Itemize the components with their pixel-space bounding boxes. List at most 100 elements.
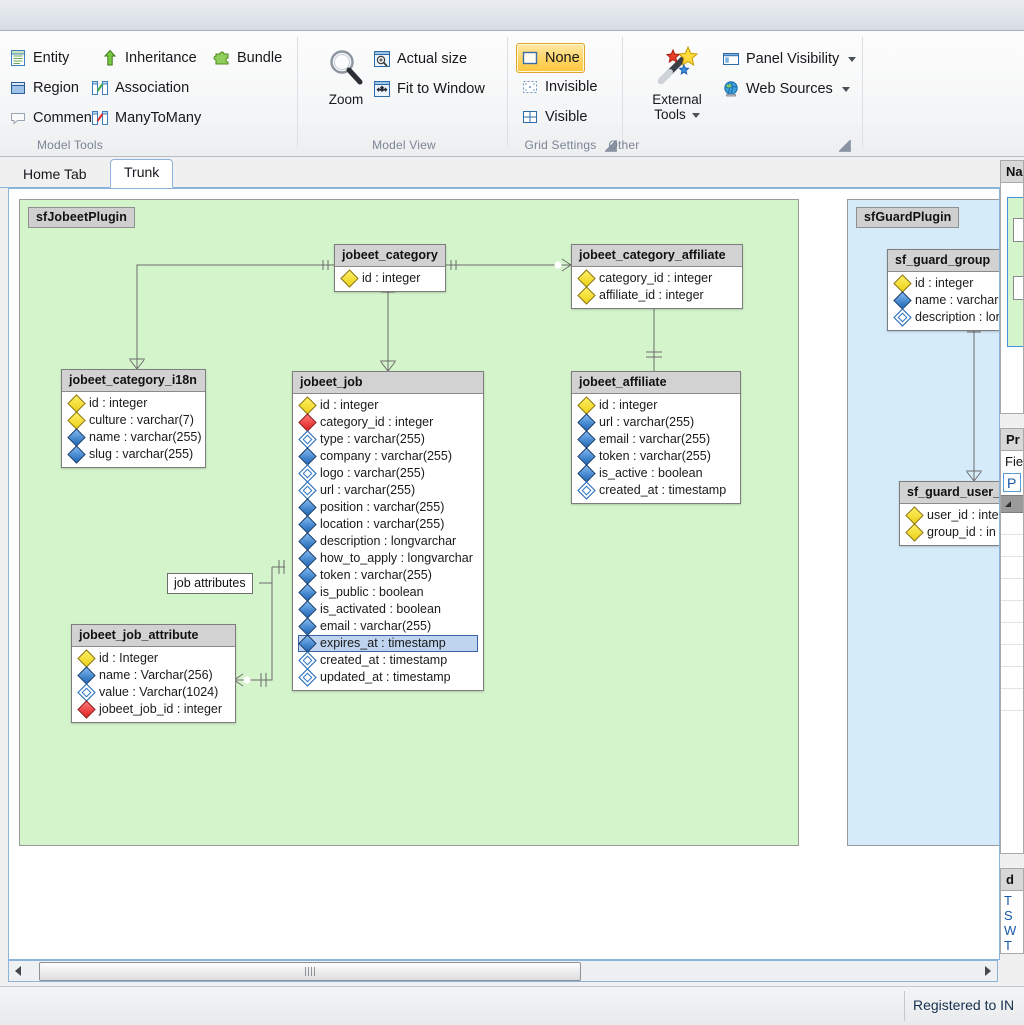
table-row[interactable]: group_id : in <box>905 523 999 542</box>
table-row[interactable]: id : integer <box>340 269 440 288</box>
note-job-attributes[interactable]: job attributes <box>167 573 253 594</box>
properties-grid[interactable] <box>1001 513 1023 813</box>
scroll-left-arrow-icon[interactable] <box>9 961 27 981</box>
properties-grid-row[interactable] <box>1001 667 1023 689</box>
properties-panel-body[interactable]: Fie P <box>1000 450 1024 854</box>
properties-panel[interactable]: Pr Fie P <box>1000 428 1024 860</box>
grid-invisible-button[interactable]: Invisible <box>516 73 602 101</box>
table-row[interactable]: created_at : timestamp <box>298 651 478 670</box>
table-row[interactable]: logo : varchar(255) <box>298 464 478 483</box>
table-row[interactable]: affiliate_id : integer <box>577 286 737 305</box>
field-label: name : varchar <box>915 293 999 307</box>
properties-grid-row[interactable] <box>1001 557 1023 579</box>
table-row[interactable]: value : Varchar(1024) <box>77 683 230 702</box>
table-row[interactable]: category_id : integer <box>298 413 478 432</box>
properties-grid-row[interactable] <box>1001 689 1023 711</box>
diagram-canvas[interactable]: sfJobeetPlugin sfGuardPlugin jobeet_cate… <box>9 189 999 959</box>
table-row[interactable]: created_at : timestamp <box>577 481 735 500</box>
properties-grid-row[interactable] <box>1001 579 1023 601</box>
collapse-triangle-icon[interactable] <box>1005 501 1011 507</box>
navigator-thumbnail[interactable] <box>1007 197 1023 347</box>
chevron-down-icon[interactable] <box>841 86 850 92</box>
other-dialog-launcher[interactable] <box>839 140 851 152</box>
grid-none-button[interactable]: None <box>516 43 585 73</box>
table-row[interactable]: id : Integer <box>77 649 230 668</box>
table-row[interactable]: category_id : integer <box>577 269 737 288</box>
entity-jobeet-category[interactable]: jobeet_category id : integer <box>334 244 446 292</box>
table-row[interactable]: is_public : boolean <box>298 583 478 602</box>
tool-bundle[interactable]: Bundle <box>208 44 287 72</box>
field-label: position : varchar(255) <box>320 500 445 514</box>
diagram-canvas-container[interactable]: sfJobeetPlugin sfGuardPlugin jobeet_cate… <box>8 188 1000 960</box>
properties-field-input[interactable]: P <box>1003 473 1021 492</box>
properties-grid-row[interactable] <box>1001 645 1023 667</box>
tool-entity[interactable]: Entity <box>4 44 74 72</box>
grid-visible-button[interactable]: Visible <box>516 103 592 131</box>
tool-manytomany[interactable]: ManyToMany <box>86 104 206 132</box>
chevron-down-icon[interactable] <box>848 56 857 62</box>
table-row[interactable]: name : Varchar(256) <box>77 666 230 685</box>
scroll-right-arrow-icon[interactable] <box>979 961 997 981</box>
properties-grid-row[interactable] <box>1001 513 1023 535</box>
navigator-panel-body[interactable] <box>1000 182 1024 414</box>
table-row[interactable]: email : varchar(255) <box>577 430 735 449</box>
table-row[interactable]: how_to_apply : longvarchar <box>298 549 478 568</box>
table-row[interactable]: id : integer <box>893 274 999 293</box>
table-row-selected[interactable]: expires_at : timestamp <box>298 634 478 653</box>
scrollbar-track[interactable] <box>27 961 979 981</box>
web-sources-button[interactable]: Web Sources <box>717 75 855 103</box>
description-panel[interactable]: d T S W T <box>1000 868 1024 960</box>
table-row[interactable]: is_active : boolean <box>577 464 735 483</box>
required-field-icon <box>298 617 317 636</box>
table-row[interactable]: token : varchar(255) <box>298 566 478 585</box>
ribbon-divider <box>297 37 298 147</box>
entity-jobeet-job[interactable]: jobeet_job id : integer category_id : in… <box>292 371 484 691</box>
properties-group-row[interactable] <box>1001 495 1023 513</box>
table-row[interactable]: name : varchar <box>893 291 999 310</box>
table-row[interactable]: jobeet_job_id : integer <box>77 700 230 719</box>
panel-visibility-button[interactable]: Panel Visibility <box>717 45 861 73</box>
table-row[interactable]: updated_at : timestamp <box>298 668 478 687</box>
table-row[interactable]: is_activated : boolean <box>298 600 478 619</box>
entity-jobeet-category-affiliate[interactable]: jobeet_category_affiliate category_id : … <box>571 244 743 309</box>
actual-size-button[interactable]: Actual size <box>368 45 472 73</box>
tab-home[interactable]: Home Tab <box>10 162 100 188</box>
table-row[interactable]: email : varchar(255) <box>298 617 478 636</box>
external-tools-button[interactable]: External Tools <box>635 39 719 122</box>
table-row[interactable]: url : varchar(255) <box>298 481 478 500</box>
table-row[interactable]: type : varchar(255) <box>298 430 478 449</box>
entity-sf-guard-user-group[interactable]: sf_guard_user_ user_id : inte group_id :… <box>899 481 999 546</box>
required-field-icon <box>298 549 317 568</box>
table-row[interactable]: location : varchar(255) <box>298 515 478 534</box>
tab-trunk[interactable]: Trunk <box>110 159 174 188</box>
table-row[interactable]: slug : varchar(255) <box>67 445 200 464</box>
tool-association[interactable]: Association <box>86 74 194 102</box>
fit-to-window-button[interactable]: Fit to Window <box>368 75 490 103</box>
table-row[interactable]: culture : varchar(7) <box>67 411 200 430</box>
scrollbar-thumb[interactable] <box>39 962 581 981</box>
entity-sf-guard-group[interactable]: sf_guard_group id : integer name : varch… <box>887 249 999 331</box>
entity-jobeet-job-attribute[interactable]: jobeet_job_attribute id : Integer name :… <box>71 624 236 723</box>
table-row[interactable]: id : integer <box>67 394 200 413</box>
table-row[interactable]: description : lon <box>893 308 999 327</box>
horizontal-scrollbar[interactable] <box>8 960 998 982</box>
table-row[interactable]: description : longvarchar <box>298 532 478 551</box>
table-row[interactable]: user_id : inte <box>905 506 999 525</box>
table-row[interactable]: position : varchar(255) <box>298 498 478 517</box>
properties-grid-row[interactable] <box>1001 623 1023 645</box>
tool-inheritance[interactable]: Inheritance <box>96 44 202 72</box>
table-row[interactable]: company : varchar(255) <box>298 447 478 466</box>
table-row[interactable]: id : integer <box>298 396 478 415</box>
tool-region[interactable]: Region <box>4 74 84 102</box>
chevron-down-icon[interactable] <box>691 112 700 118</box>
entity-jobeet-affiliate[interactable]: jobeet_affiliate id : integer url : varc… <box>571 371 741 504</box>
table-row[interactable]: token : varchar(255) <box>577 447 735 466</box>
table-row[interactable]: url : varchar(255) <box>577 413 735 432</box>
table-row[interactable]: id : integer <box>577 396 735 415</box>
navigator-panel[interactable]: Na <box>1000 160 1024 420</box>
table-row[interactable]: name : varchar(255) <box>67 428 202 447</box>
primary-key-icon <box>577 269 596 288</box>
properties-grid-row[interactable] <box>1001 535 1023 557</box>
entity-jobeet-category-i18n[interactable]: jobeet_category_i18n id : integer cultur… <box>61 369 206 468</box>
properties-grid-row[interactable] <box>1001 601 1023 623</box>
